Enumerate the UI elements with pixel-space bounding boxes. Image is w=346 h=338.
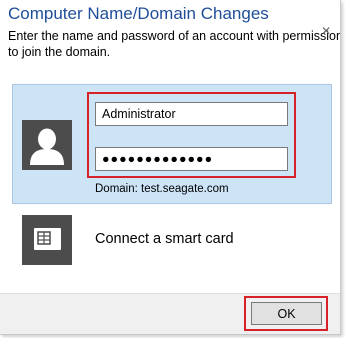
close-icon[interactable]: ✕ — [321, 24, 331, 38]
credentials-dialog: Computer Name/Domain Changes Enter the n… — [0, 0, 341, 335]
password-field[interactable] — [95, 147, 288, 171]
avatar — [22, 120, 72, 170]
username-field[interactable] — [95, 102, 288, 126]
smart-card-label: Connect a smart card — [95, 231, 234, 247]
domain-label: Domain: test.seagate.com — [95, 183, 229, 195]
smart-card-icon — [34, 228, 61, 250]
user-icon — [30, 128, 64, 165]
dialog-title: Computer Name/Domain Changes — [8, 4, 269, 23]
ok-button[interactable]: OK — [251, 302, 322, 325]
smart-card-icon-tile — [22, 215, 72, 265]
dialog-description: Enter the name and password of an accoun… — [8, 29, 341, 59]
